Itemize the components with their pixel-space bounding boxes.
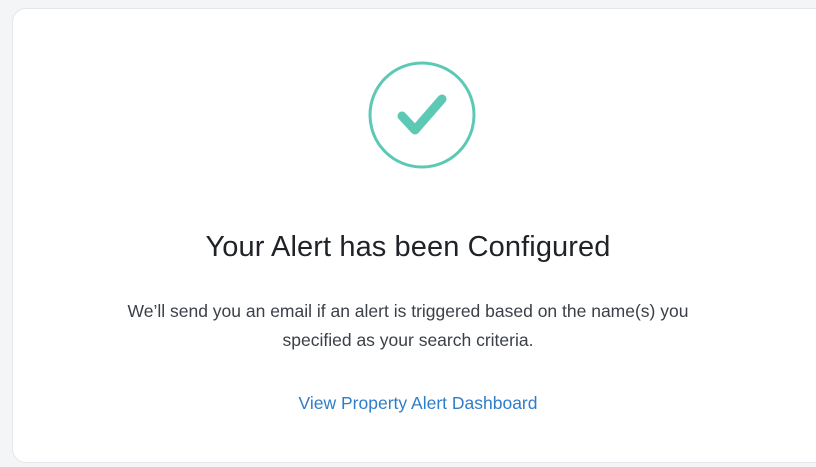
message-line-1: We’ll send you an email if an alert is t… bbox=[127, 301, 689, 321]
checkmark-circle-icon bbox=[367, 60, 477, 170]
message-line-2: specified as your search criteria. bbox=[282, 330, 534, 350]
confirmation-message: We’ll send you an email if an alert is t… bbox=[0, 297, 816, 355]
confirmation-title: Your Alert has been Configured bbox=[205, 231, 611, 263]
view-property-alert-dashboard-link[interactable]: View Property Alert Dashboard bbox=[0, 393, 816, 414]
